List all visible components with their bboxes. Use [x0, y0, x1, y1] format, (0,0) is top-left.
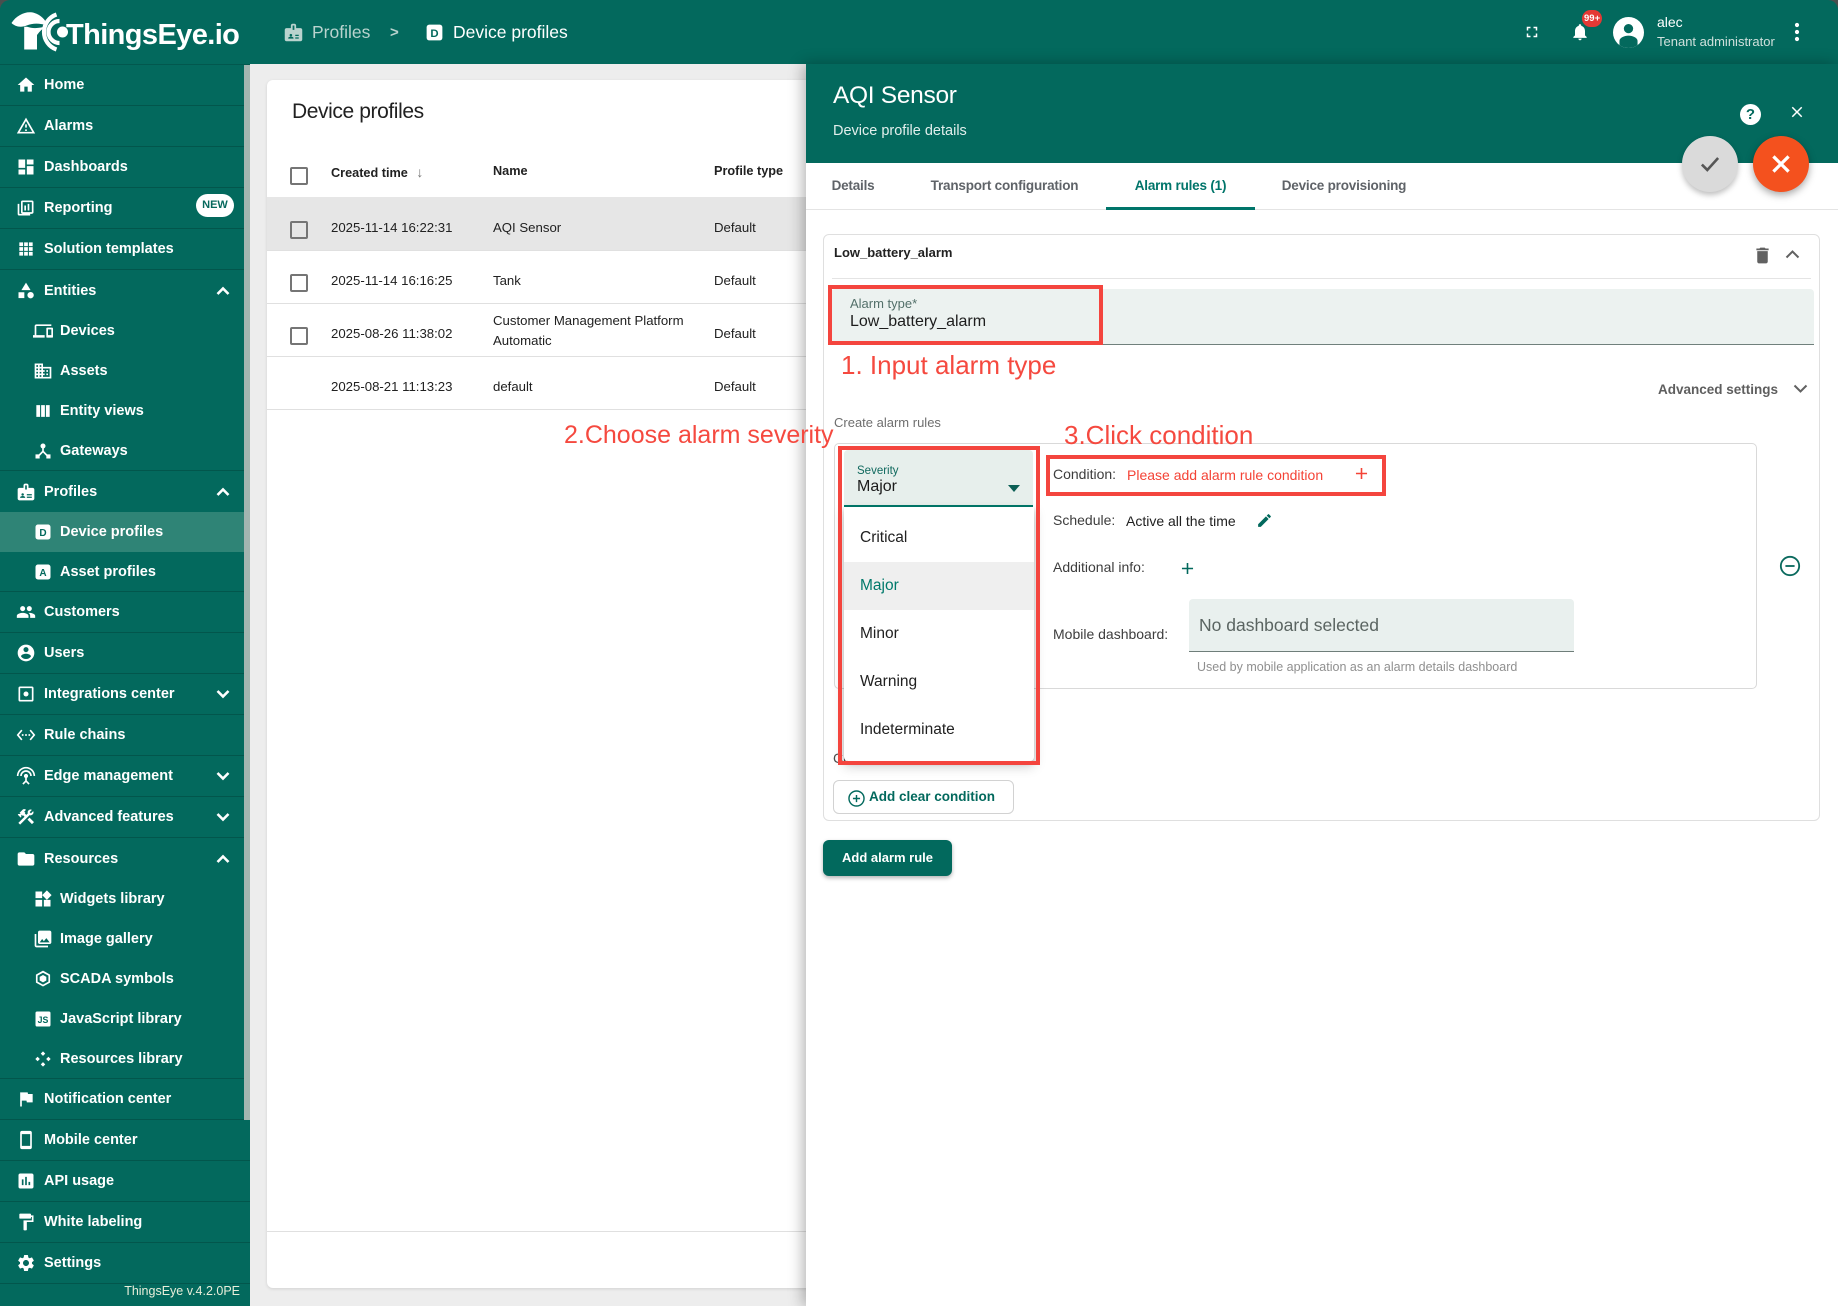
svg-text:JS: JS [38, 1015, 49, 1025]
svg-text:D: D [430, 27, 438, 39]
svg-text:A: A [39, 567, 46, 578]
svg-text:D: D [39, 528, 46, 539]
